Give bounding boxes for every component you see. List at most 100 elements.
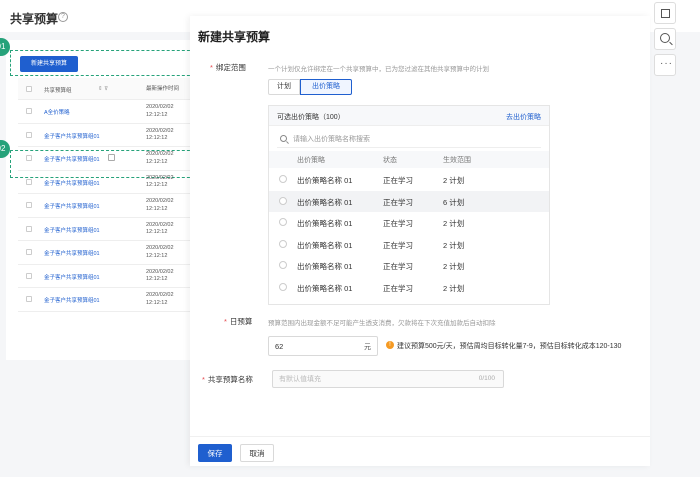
row-time: 2020/02/02 12:12:12: [146, 198, 174, 212]
strategy-search: [277, 132, 541, 148]
row-checkbox[interactable]: [26, 249, 32, 255]
strategy-search-input[interactable]: [293, 134, 533, 145]
strategy-name: 出价策略名称 01: [297, 240, 353, 250]
row-checkbox[interactable]: [26, 225, 32, 232]
row-time: 2020/02/02 12:12:12: [146, 221, 174, 236]
daily-budget-input[interactable]: [275, 341, 345, 352]
drawer-title: 新建共享预算: [198, 30, 271, 44]
strategy-scope: 6 计划: [443, 197, 465, 207]
table-row[interactable]: 金子客户共享预算组01 2020/02/02 12:12:12: [18, 265, 194, 288]
frame-icon: [661, 9, 670, 18]
daily-budget-label: * 日预算: [224, 317, 253, 326]
new-shared-budget-drawer: 新建共享预算 * 绑定范围 一个计划仅允许绑定在一个共享预算中，已为您过滤在其他共…: [190, 16, 650, 466]
row-checkbox[interactable]: [26, 155, 32, 161]
table-row[interactable]: 金子客户共享预算组01 2020/02/02 12:12:12: [18, 241, 194, 265]
budget-table-header: 共享预算组 ⇕ ⊽ 最新操作时间: [18, 78, 194, 100]
row-name[interactable]: 金子客户共享预算组01: [44, 273, 100, 281]
panel-title: 可选出价策略（100）: [277, 114, 345, 121]
strategy-row[interactable]: 出价策略名称 01 正在学习 2 计划: [269, 277, 549, 298]
strategy-name: 出价策略名称 01: [297, 283, 353, 293]
row-radio[interactable]: [279, 175, 287, 183]
bind-scope-label: * 绑定范围: [210, 63, 246, 72]
tab-bid-strategy[interactable]: 出价策略: [300, 79, 352, 95]
new-shared-budget-button[interactable]: 新建共享预算: [20, 56, 78, 72]
strategy-status: 正在学习: [383, 176, 413, 185]
row-checkbox[interactable]: [26, 178, 32, 185]
row-time: 2020/02/02 12:12:12: [146, 104, 174, 118]
daily-budget-hint: 预算范围内出现金额不足可能产生透支消费，欠款将在下次充值加款后自动扣除: [268, 320, 496, 327]
strategy-row[interactable]: 出价策略名称 01 正在学习 2 计划: [269, 169, 549, 190]
column-scope: 生效范围: [443, 157, 471, 164]
row-time: 2020/02/02 12:12:12: [146, 174, 174, 189]
strategy-status: 正在学习: [383, 283, 413, 293]
sort-filter-icon[interactable]: ⇕ ⊽: [98, 86, 108, 92]
row-radio[interactable]: [279, 196, 287, 205]
row-time: 2020/02/02 12:12:12: [146, 268, 174, 283]
row-name[interactable]: A全价策略: [44, 108, 70, 116]
budget-name-field: 0/100: [272, 370, 504, 388]
select-all-checkbox[interactable]: [26, 86, 32, 92]
column-time: 最新操作时间: [146, 86, 180, 92]
cancel-button[interactable]: 取消: [240, 444, 274, 462]
strategy-name: 出价策略名称 01: [297, 197, 353, 207]
strategy-status: 正在学习: [383, 262, 413, 271]
row-checkbox[interactable]: [26, 296, 32, 302]
strategy-name: 出价策略名称 01: [297, 219, 353, 228]
row-radio[interactable]: [279, 261, 287, 269]
row-name[interactable]: 金子客户共享预算组01: [44, 226, 100, 234]
row-checkbox[interactable]: [26, 131, 32, 138]
page-title: 共享预算: [10, 12, 59, 26]
strategy-name: 出价策略名称 01: [297, 262, 353, 271]
question-circle-icon[interactable]: ?: [58, 12, 68, 22]
strategy-row[interactable]: 出价策略名称 01 正在学习 2 计划: [269, 212, 549, 233]
zoom-button[interactable]: [654, 28, 676, 50]
strategy-scope: 2 计划: [443, 283, 465, 293]
row-name[interactable]: 金子客户共享预算组01: [44, 249, 100, 257]
edit-icon[interactable]: [108, 154, 115, 161]
row-checkbox[interactable]: [26, 272, 32, 279]
go-to-bid-strategy-link[interactable]: 去出价策略: [506, 112, 541, 122]
strategy-scope: 2 计划: [443, 219, 465, 228]
strategy-row[interactable]: 出价策略名称 01 正在学习 6 计划: [269, 190, 549, 212]
table-row[interactable]: 金子客户共享预算组01 2020/02/02 12:12:12: [18, 288, 194, 312]
zoom-in-icon: [660, 33, 670, 43]
row-radio[interactable]: [279, 239, 287, 248]
frame-button[interactable]: [654, 2, 676, 24]
tab-plan[interactable]: 计划: [268, 79, 300, 95]
bind-scope-hint: 一个计划仅允许绑定在一个共享预算中，已为您过滤在其他共享预算中的计划: [268, 66, 489, 73]
row-name[interactable]: 金子客户共享预算组01: [44, 296, 100, 304]
row-name[interactable]: 金子客户共享预算组01: [44, 155, 100, 163]
currency-unit: 元: [364, 344, 371, 351]
column-name: 共享预算组: [44, 88, 72, 94]
table-row[interactable]: 金子客户共享预算组01 2020/02/02 12:12:12: [18, 194, 194, 218]
row-radio[interactable]: [279, 218, 287, 226]
table-row[interactable]: 金子客户共享预算组01 2020/02/02 12:12:12: [18, 124, 194, 147]
row-time: 2020/02/02 12:12:12: [146, 292, 174, 306]
drawer-footer: 保存 取消: [190, 436, 650, 466]
strategy-scope: 2 计划: [443, 262, 465, 271]
row-checkbox[interactable]: [26, 202, 32, 208]
save-button[interactable]: 保存: [198, 444, 232, 462]
table-row[interactable]: 金子客户共享预算组01 2020/02/02 12:12:12: [18, 171, 194, 194]
strategy-scope: 2 计划: [443, 240, 465, 250]
strategy-name: 出价策略名称 01: [297, 176, 353, 185]
column-strategy: 出价策略: [297, 157, 325, 164]
row-name[interactable]: 金子客户共享预算组01: [44, 132, 100, 140]
row-name[interactable]: 金子客户共享预算组01: [44, 179, 100, 187]
more-icon: ···: [660, 58, 673, 69]
table-row[interactable]: 金子客户共享预算组01 2020/02/02 12:12:12: [18, 147, 194, 171]
table-row[interactable]: 金子客户共享预算组01 2020/02/02 12:12:12: [18, 218, 194, 241]
row-name[interactable]: 金子客户共享预算组01: [44, 202, 100, 210]
column-status: 状态: [383, 157, 397, 164]
strategy-status: 正在学习: [383, 240, 413, 250]
row-radio[interactable]: [279, 282, 287, 291]
strategy-scope: 2 计划: [443, 176, 465, 185]
table-row[interactable]: A全价策略 2020/02/02 12:12:12: [18, 100, 194, 124]
search-icon: [280, 135, 287, 142]
warning-icon: !: [386, 341, 394, 349]
strategy-row[interactable]: 出价策略名称 01 正在学习 2 计划: [269, 255, 549, 276]
more-button[interactable]: ···: [654, 54, 676, 76]
budget-name-input[interactable]: [279, 374, 459, 385]
strategy-row[interactable]: 出价策略名称 01 正在学习 2 计划: [269, 234, 549, 255]
row-checkbox[interactable]: [26, 108, 32, 114]
